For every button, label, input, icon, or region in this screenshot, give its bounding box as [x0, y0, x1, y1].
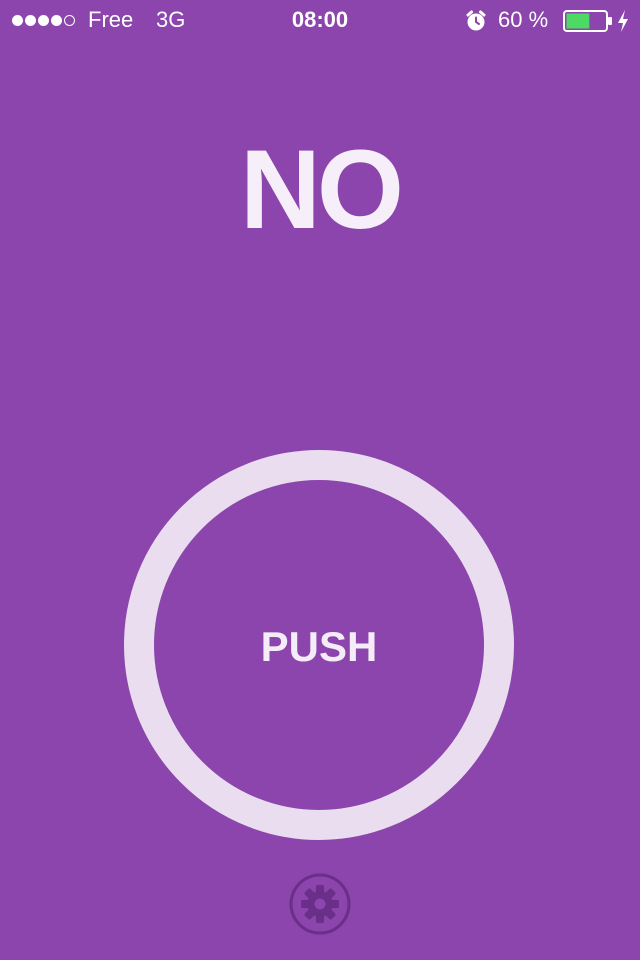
alarm-clock-icon [466, 10, 486, 31]
lightning-bolt-icon [618, 10, 628, 32]
push-button-label: PUSH [260, 623, 378, 670]
signal-dot [64, 14, 75, 26]
network-type: 3G [156, 7, 186, 32]
gear-icon[interactable] [289, 873, 351, 935]
answer-text: NO [240, 127, 404, 252]
status-time: 08:00 [291, 7, 349, 32]
status-bar: Free 3G 08:00 60 % [0, 0, 640, 40]
signal-strength-icon [12, 13, 75, 27]
signal-dot [38, 14, 49, 26]
battery-percentage: 60 % [498, 7, 549, 32]
battery-fill [566, 13, 590, 29]
battery-icon [563, 10, 612, 32]
signal-dot [51, 14, 62, 26]
signal-dot [12, 14, 23, 26]
push-button[interactable]: PUSH [124, 450, 514, 840]
carrier-name: Free [88, 7, 134, 32]
signal-dot [25, 14, 36, 26]
